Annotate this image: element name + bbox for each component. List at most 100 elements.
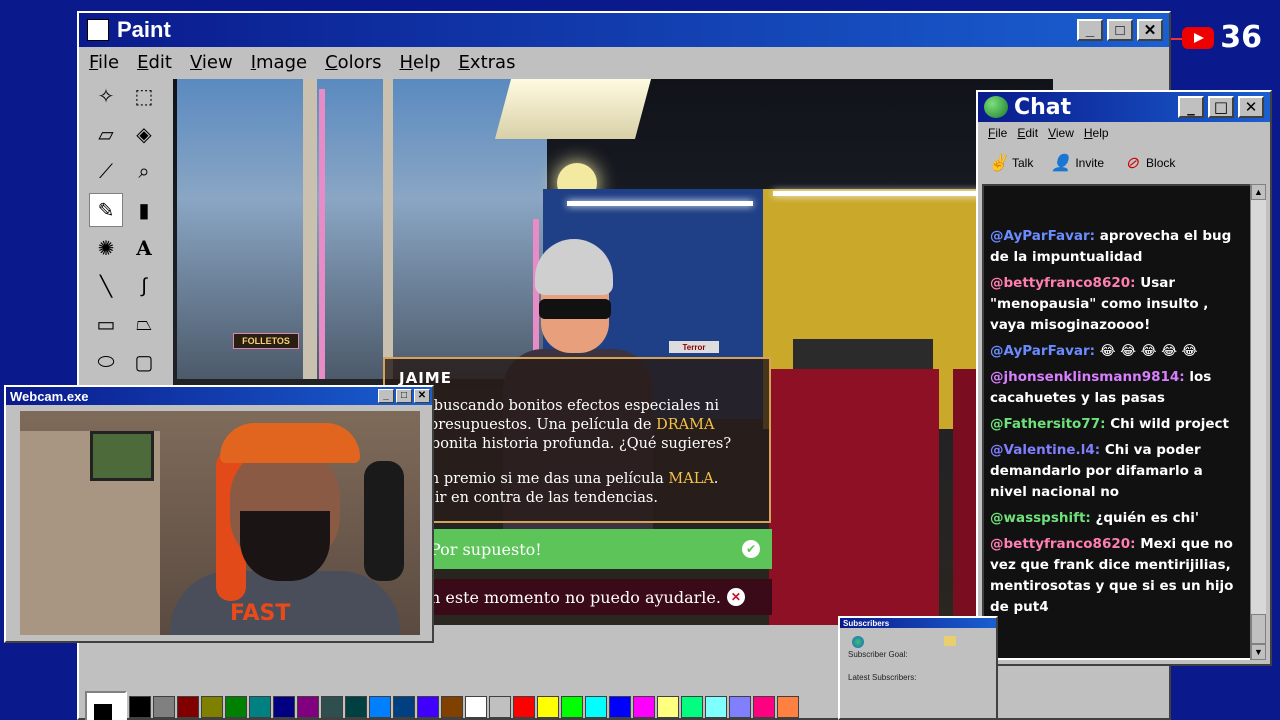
airbrush-icon[interactable]: ✺ xyxy=(89,231,123,265)
globe-icon xyxy=(852,636,864,648)
color-swatch[interactable] xyxy=(705,696,727,718)
color-swatch[interactable] xyxy=(153,696,175,718)
line-icon[interactable]: ╲ xyxy=(89,269,123,303)
chat-username[interactable]: @AyParFavar: xyxy=(990,228,1095,244)
chat-username[interactable]: @AyParFavar: xyxy=(990,343,1095,359)
chat-titlebar[interactable]: Chat _ □ ✕ xyxy=(978,92,1270,122)
color-swatch[interactable] xyxy=(729,696,751,718)
scroll-up-icon[interactable]: ▲ xyxy=(1251,184,1266,200)
maximize-button[interactable]: □ xyxy=(396,389,412,403)
color-swatch[interactable] xyxy=(609,696,631,718)
scroll-thumb[interactable] xyxy=(1251,614,1266,644)
current-color[interactable] xyxy=(85,691,127,720)
dialog-line: oy un premio si me das una película MALA… xyxy=(399,470,759,489)
chat-username[interactable]: @Fathersito77: xyxy=(990,416,1106,432)
magnifier-icon[interactable]: ⌕ xyxy=(127,155,161,189)
color-swatch[interactable] xyxy=(753,696,775,718)
color-swatch[interactable] xyxy=(345,696,367,718)
chat-username[interactable]: @bettyfranco8620: xyxy=(990,536,1136,552)
minimize-button[interactable]: _ xyxy=(1178,96,1204,118)
chat-username[interactable]: @wasspshift: xyxy=(990,510,1091,526)
menu-file[interactable]: File xyxy=(89,52,119,73)
folletos-sign: FOLLETOS xyxy=(233,333,299,349)
chat-log[interactable]: @AyParFavar: aprovecha el bug de la impu… xyxy=(982,184,1252,660)
menu-image[interactable]: Image xyxy=(251,52,307,73)
rounded-rect-icon[interactable]: ▢ xyxy=(127,345,161,379)
maximize-button[interactable]: □ xyxy=(1208,96,1234,118)
color-swatch[interactable] xyxy=(633,696,655,718)
color-swatch[interactable] xyxy=(201,696,223,718)
fill-icon[interactable]: ◈ xyxy=(127,117,161,151)
minimize-button[interactable]: _ xyxy=(378,389,394,403)
menu-colors[interactable]: Colors xyxy=(325,52,381,73)
color-swatch[interactable] xyxy=(273,696,295,718)
close-button[interactable]: ✕ xyxy=(1238,96,1264,118)
dialog-line: una bonita historia profunda. ¿Qué sugie… xyxy=(399,436,732,452)
close-button[interactable]: ✕ xyxy=(414,389,430,403)
menu-view[interactable]: View xyxy=(190,52,233,73)
block-button[interactable]: ⊘ Block xyxy=(1122,154,1175,172)
polygon-icon[interactable]: ⏢ xyxy=(127,307,161,341)
color-swatch[interactable] xyxy=(417,696,439,718)
brush-icon[interactable]: ▮ xyxy=(127,193,161,227)
chat-username[interactable]: @bettyfranco8620: xyxy=(990,275,1136,291)
eraser-icon[interactable]: ▱ xyxy=(89,117,123,151)
option-decline-button[interactable]: n este momento no puedo ayudarle. ✕ xyxy=(426,579,772,615)
curve-icon[interactable]: ∫ xyxy=(127,269,161,303)
window-frame xyxy=(383,79,393,379)
invite-button[interactable]: 👤 Invite xyxy=(1051,154,1104,172)
rectangle-icon[interactable]: ▭ xyxy=(89,307,123,341)
pencil-icon[interactable]: ✎ xyxy=(89,193,123,227)
chat-text: ¿quién es chi' xyxy=(1095,510,1199,526)
webcam-titlebar[interactable]: Webcam.exe _ □ ✕ xyxy=(6,387,432,405)
color-swatch[interactable] xyxy=(369,696,391,718)
talk-button[interactable]: ✌ Talk xyxy=(988,154,1033,172)
color-swatch[interactable] xyxy=(249,696,271,718)
neon-light xyxy=(567,201,753,206)
chat-username[interactable]: @jhonsenklinsmann9814: xyxy=(990,369,1185,385)
color-swatch[interactable] xyxy=(777,696,799,718)
color-swatch[interactable] xyxy=(561,696,583,718)
paint-toolbox: ✧ ⬚ ▱ ◈ ⟋ ⌕ ✎ ▮ ✺ A ╲ ∫ ▭ ⏢ ⬭ ▢ xyxy=(85,77,165,397)
color-swatch[interactable] xyxy=(585,696,607,718)
chat-scrollbar[interactable]: ▲ ▼ xyxy=(1250,184,1266,660)
subscriber-count: 36 xyxy=(1220,20,1262,55)
color-swatch[interactable] xyxy=(297,696,319,718)
scroll-down-icon[interactable]: ▼ xyxy=(1251,644,1266,660)
minimize-button[interactable]: _ xyxy=(1077,19,1103,41)
chat-menu-help[interactable]: Help xyxy=(1084,126,1109,140)
color-swatch[interactable] xyxy=(441,696,463,718)
chat-menu-view[interactable]: View xyxy=(1048,126,1074,140)
option-accept-button[interactable]: Por supuesto! ✔ xyxy=(426,529,772,569)
picker-icon[interactable]: ⟋ xyxy=(89,155,123,189)
color-swatch[interactable] xyxy=(657,696,679,718)
free-select-icon[interactable]: ✧ xyxy=(89,79,123,113)
color-swatch[interactable] xyxy=(225,696,247,718)
color-swatch[interactable] xyxy=(489,696,511,718)
color-swatch[interactable] xyxy=(513,696,535,718)
paint-titlebar[interactable]: Paint _ □ ✕ xyxy=(79,13,1169,47)
menu-edit[interactable]: Edit xyxy=(137,52,172,73)
color-swatch[interactable] xyxy=(129,696,151,718)
color-swatch[interactable] xyxy=(537,696,559,718)
dialog-text: stoy buscando bonitos efectos especiales… xyxy=(399,397,759,508)
chat-menu-edit[interactable]: Edit xyxy=(1017,126,1038,140)
color-swatch[interactable] xyxy=(177,696,199,718)
color-swatch[interactable] xyxy=(465,696,487,718)
sunglasses xyxy=(539,299,611,319)
color-swatch[interactable] xyxy=(681,696,703,718)
subscriber-goal-label: Subscriber Goal: xyxy=(848,650,908,659)
chat-menu-file[interactable]: File xyxy=(988,126,1007,140)
text-icon[interactable]: A xyxy=(127,231,161,265)
close-circle-icon: ✕ xyxy=(726,588,745,606)
maximize-button[interactable]: □ xyxy=(1107,19,1133,41)
close-button[interactable]: ✕ xyxy=(1137,19,1163,41)
menu-extras[interactable]: Extras xyxy=(459,52,516,73)
color-swatch[interactable] xyxy=(393,696,415,718)
ellipse-icon[interactable]: ⬭ xyxy=(89,345,123,379)
menu-help[interactable]: Help xyxy=(399,52,440,73)
youtube-icon xyxy=(1182,26,1215,49)
color-swatch[interactable] xyxy=(321,696,343,718)
chat-username[interactable]: @Valentine.l4: xyxy=(990,442,1100,458)
rect-select-icon[interactable]: ⬚ xyxy=(127,79,161,113)
